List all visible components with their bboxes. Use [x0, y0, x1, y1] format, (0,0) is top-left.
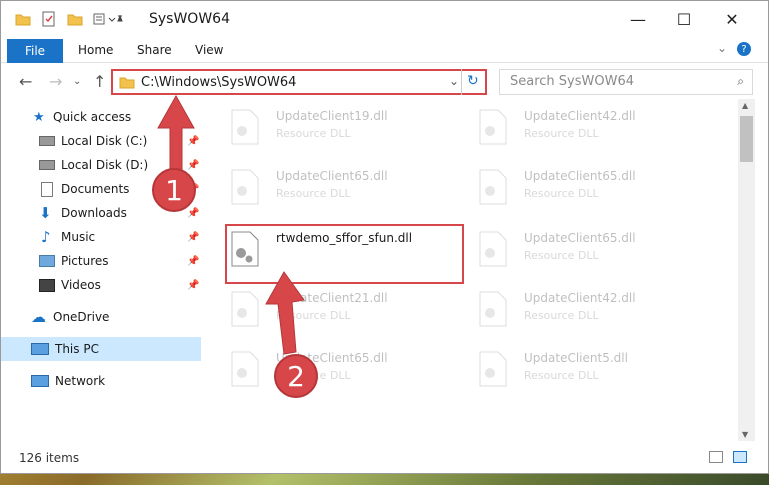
annotation-layer: [157, 94, 305, 355]
step-1-badge: 1: [152, 168, 196, 212]
step-2-badge: 2: [274, 354, 318, 398]
arrow-up-annotation: [265, 271, 305, 355]
arrow-up-annotation: [157, 94, 195, 177]
